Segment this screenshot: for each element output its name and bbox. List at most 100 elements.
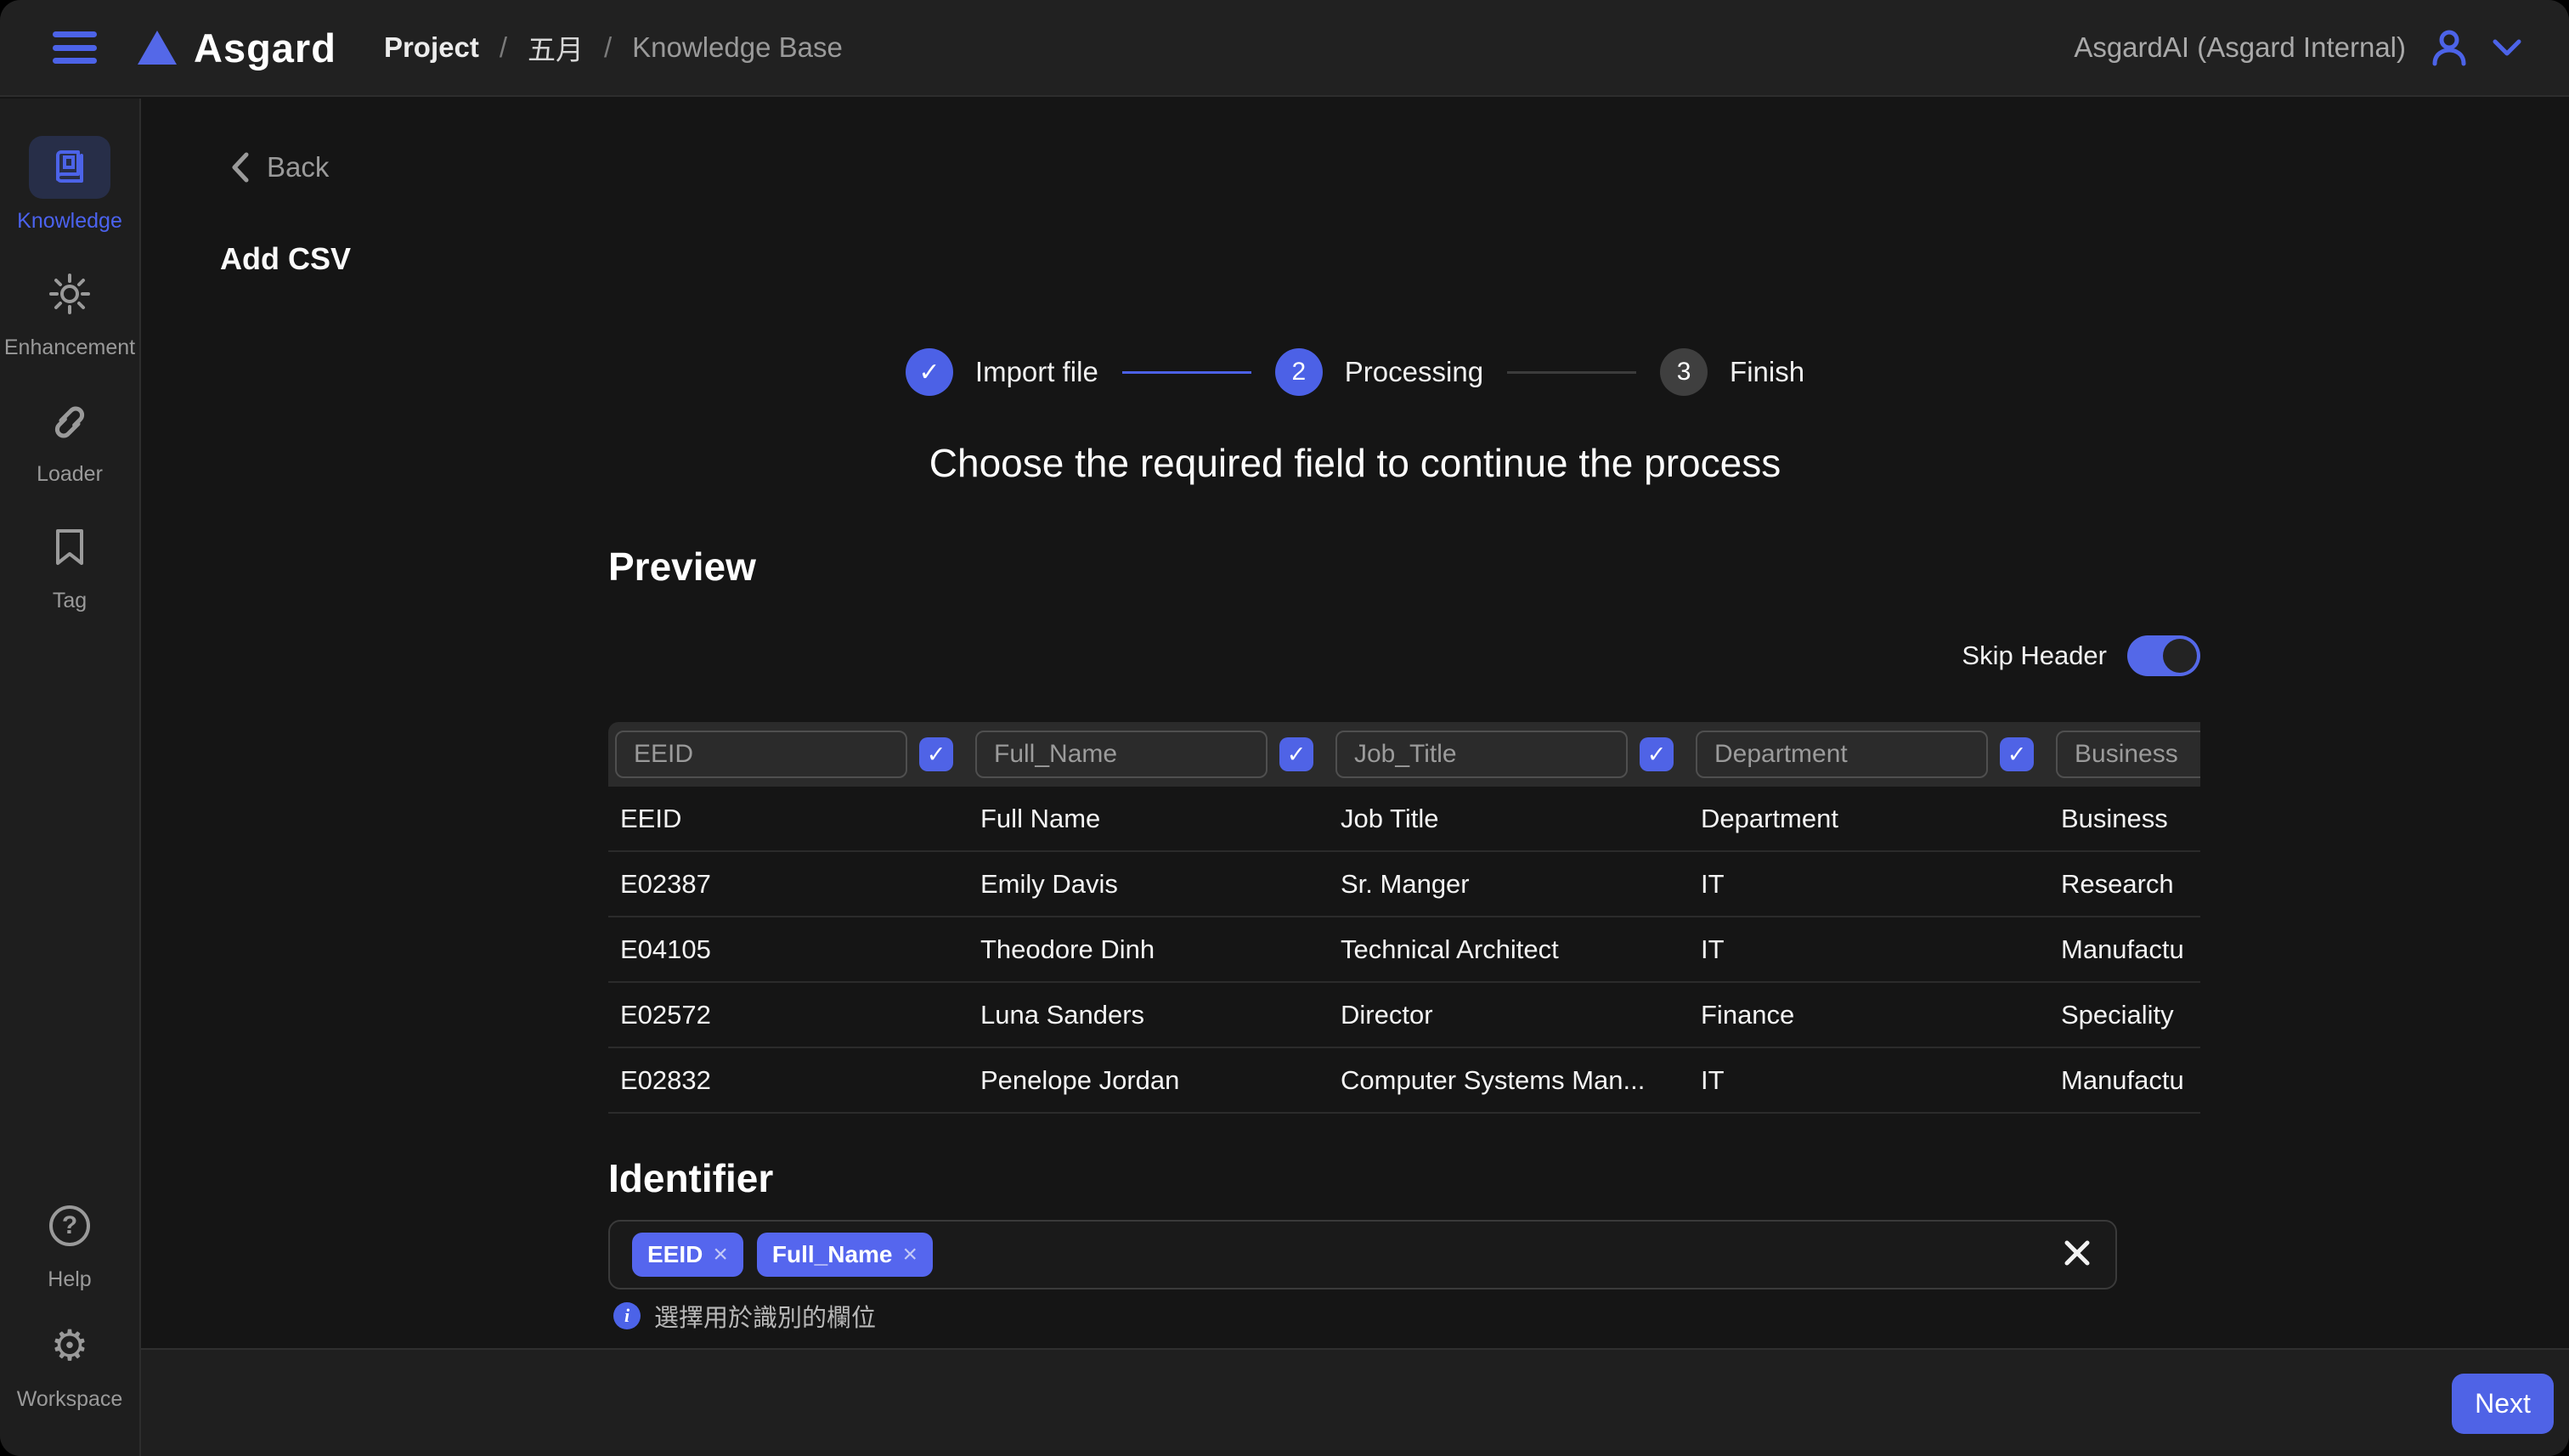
triangle-logo-icon: [138, 31, 177, 65]
identifier-hint: i 選擇用於識別的欄位: [613, 1298, 876, 1334]
table-cell: E02832: [608, 1065, 968, 1096]
toggle-knob: [2163, 639, 2197, 673]
chevron-left-icon: [231, 152, 250, 183]
table-cell: Computer Systems Man...: [1329, 1065, 1689, 1096]
preview-heading: Preview: [608, 544, 756, 590]
sidebar-item-help[interactable]: ? Help: [0, 1194, 139, 1292]
table-cell: E02572: [608, 1000, 968, 1030]
breadcrumb-month[interactable]: 五月: [528, 27, 584, 68]
info-icon: i: [613, 1302, 641, 1329]
step-label: Import file: [975, 356, 1098, 388]
sidebar-item-label: Knowledge: [17, 209, 122, 234]
account-menu[interactable]: AsgardAI (Asgard Internal): [2074, 26, 2521, 69]
clear-all-icon[interactable]: [2061, 1237, 2093, 1273]
breadcrumb: Project / 五月 / Knowledge Base: [384, 27, 843, 68]
sidebar-item-loader[interactable]: Loader: [0, 389, 139, 487]
step-connector: [1122, 371, 1251, 374]
breadcrumb-knowledge-base: Knowledge Base: [632, 31, 843, 64]
sidebar-item-label: Tag: [53, 589, 87, 613]
identifier-tag: EEID ×: [632, 1233, 743, 1277]
skip-header-row: Skip Header: [1962, 635, 2200, 676]
account-name: AsgardAI (Asgard Internal): [2074, 31, 2406, 64]
column-field-input[interactable]: [975, 731, 1268, 778]
table-cell: Finance: [1689, 1000, 2049, 1030]
link-icon: [29, 389, 110, 452]
chevron-down-icon[interactable]: [2493, 38, 2521, 57]
page-title: Add CSV: [220, 241, 351, 277]
gear-icon: ⚙: [29, 1314, 110, 1377]
table-row: E02572 Luna Sanders Director Finance Spe…: [608, 983, 2200, 1048]
breadcrumb-separator: /: [604, 31, 612, 64]
column-checkbox[interactable]: ✓: [919, 737, 953, 771]
sidebar-item-label: Workspace: [17, 1387, 123, 1412]
sidebar-item-enhancement[interactable]: Enhancement: [0, 262, 139, 360]
column-checkbox[interactable]: ✓: [1640, 737, 1674, 771]
column-field-input[interactable]: [1335, 731, 1628, 778]
tag-remove-icon[interactable]: ×: [713, 1240, 728, 1269]
table-cell: Luna Sanders: [968, 1000, 1329, 1030]
next-button[interactable]: Next: [2452, 1374, 2554, 1434]
table-row: E02387 Emily Davis Sr. Manger IT Researc…: [608, 852, 2200, 917]
table-cell: Theodore Dinh: [968, 934, 1329, 965]
preview-table: ✓ ✓ ✓ ✓ ✓ EEID Full Name Job Title: [608, 722, 2200, 1115]
table-cell: E02387: [608, 869, 968, 900]
skip-header-label: Skip Header: [1962, 641, 2107, 671]
identifier-heading: Identifier: [608, 1155, 773, 1201]
bookmark-icon: [29, 516, 110, 578]
column-checkbox[interactable]: ✓: [2000, 737, 2034, 771]
column-header: ✓: [968, 731, 1329, 778]
sidebar-item-label: Loader: [37, 462, 103, 487]
breadcrumb-project[interactable]: Project: [384, 31, 479, 64]
sidebar-item-label: Enhancement: [4, 336, 135, 360]
tag-label: EEID: [647, 1241, 703, 1268]
table-cell: Technical Architect: [1329, 934, 1689, 965]
column-checkbox[interactable]: ✓: [1279, 737, 1313, 771]
table-row: E04105 Theodore Dinh Technical Architect…: [608, 917, 2200, 983]
sun-icon: [29, 262, 110, 325]
sidebar-item-workspace[interactable]: ⚙ Workspace: [0, 1314, 139, 1412]
column-header: ✓: [2049, 731, 2200, 778]
menu-icon[interactable]: [53, 31, 97, 64]
table-cell: Penelope Jordan: [968, 1065, 1329, 1096]
step-check-icon: ✓: [906, 348, 953, 396]
step-processing: 2 Processing: [1275, 348, 1483, 396]
step-label: Finish: [1730, 356, 1804, 388]
column-field-input[interactable]: [2056, 731, 2200, 778]
table-cell: Emily Davis: [968, 869, 1329, 900]
identifier-select[interactable]: EEID × Full_Name ×: [608, 1220, 2117, 1290]
hint-text: 選擇用於識別的欄位: [654, 1298, 876, 1334]
sidebar-item-knowledge[interactable]: Knowledge: [0, 136, 139, 234]
table-cell: Manufactu: [2049, 1065, 2200, 1096]
table-cell: Manufactu: [2049, 934, 2200, 965]
table-cell: IT: [1689, 934, 2049, 965]
column-field-input[interactable]: [615, 731, 907, 778]
back-label: Back: [267, 151, 329, 183]
tag-label: Full_Name: [772, 1241, 893, 1268]
table-cell: EEID: [608, 804, 968, 834]
preview-table-header: ✓ ✓ ✓ ✓ ✓: [608, 722, 2200, 787]
table-cell: IT: [1689, 869, 2049, 900]
table-cell: Research: [2049, 869, 2200, 900]
column-field-input[interactable]: [1696, 731, 1988, 778]
person-icon[interactable]: [2428, 26, 2470, 69]
book-icon: [29, 136, 110, 199]
step-label: Processing: [1345, 356, 1483, 388]
step-finish: 3 Finish: [1660, 348, 1804, 396]
footer-bar: Next: [141, 1348, 2569, 1456]
tag-remove-icon[interactable]: ×: [903, 1240, 918, 1269]
step-connector: [1507, 371, 1636, 374]
back-button[interactable]: Back: [231, 151, 329, 183]
question-glyph: ?: [62, 1211, 77, 1240]
table-cell: Full Name: [968, 804, 1329, 834]
sidebar-bottom: ? Help ⚙ Workspace: [0, 1194, 139, 1434]
table-cell: Department: [1689, 804, 2049, 834]
breadcrumb-separator: /: [500, 31, 507, 64]
step-number: 2: [1275, 348, 1323, 396]
sidebar-item-tag[interactable]: Tag: [0, 516, 139, 613]
top-bar: Asgard Project / 五月 / Knowledge Base Asg…: [0, 0, 2569, 97]
step-import-file: ✓ Import file: [906, 348, 1098, 396]
table-cell: IT: [1689, 1065, 2049, 1096]
table-cell: Business: [2049, 804, 2200, 834]
skip-header-toggle[interactable]: [2127, 635, 2200, 676]
brand-logo[interactable]: Asgard: [138, 25, 336, 71]
